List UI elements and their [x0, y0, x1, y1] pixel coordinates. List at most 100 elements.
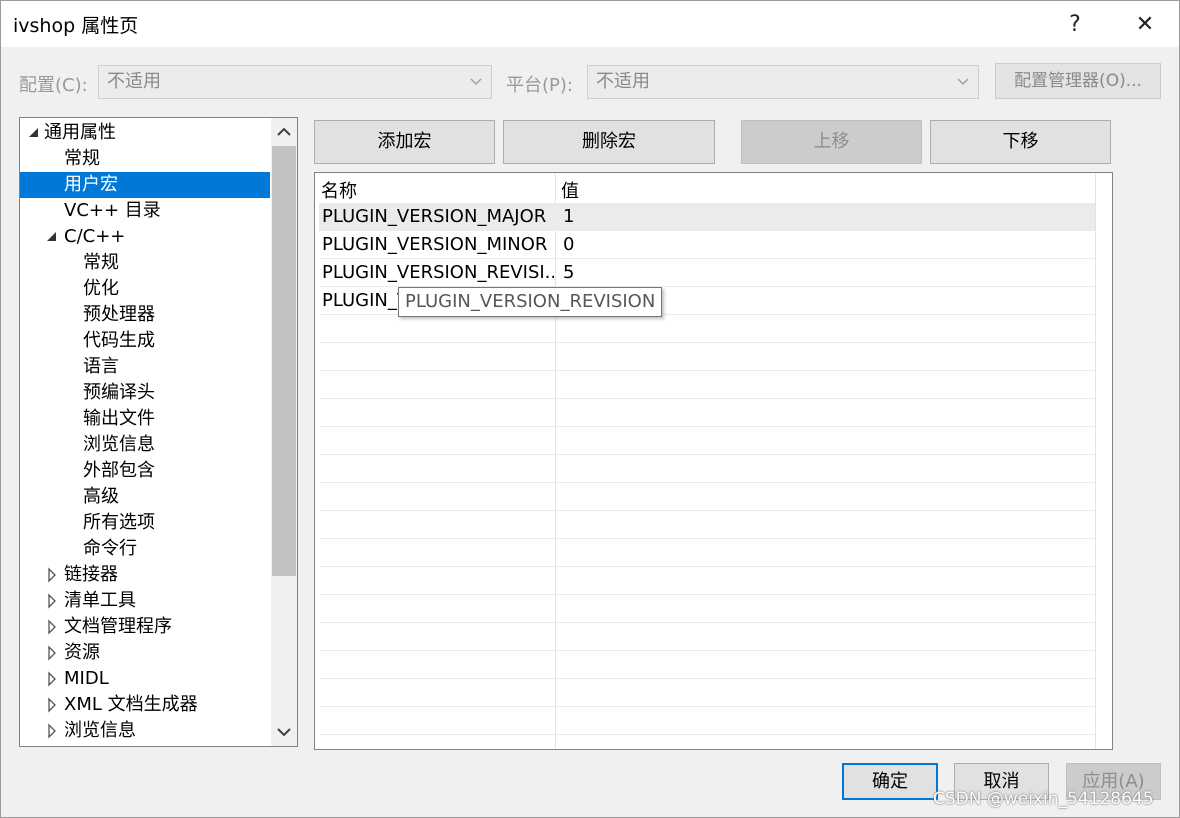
empty-row [319, 651, 1095, 679]
tree-item[interactable]: 命令行 [20, 536, 270, 562]
tree-item-label: 输出文件 [83, 408, 155, 429]
tree-item[interactable]: 优化 [20, 276, 270, 302]
tree-item-label: 通用属性 [44, 122, 116, 143]
empty-row [319, 399, 1095, 427]
title-bar: ivshop 属性页 ? ✕ [1, 1, 1179, 47]
table-row[interactable]: PLUGIN_VERSION_REVISI... 5 [319, 259, 1095, 287]
close-icon: ✕ [1135, 11, 1155, 37]
tree-collapsed-icon[interactable] [45, 640, 59, 666]
tree-item[interactable]: 资源 [20, 640, 270, 666]
tree-item-label: 文档管理程序 [64, 616, 172, 637]
empty-row [319, 623, 1095, 651]
column-header-name[interactable]: 名称 [321, 177, 357, 203]
tree-item[interactable]: 常规 [20, 250, 270, 276]
tree-item-label: 浏览信息 [83, 434, 155, 455]
tree-item[interactable]: 所有选项 [20, 510, 270, 536]
delete-macro-button[interactable]: 删除宏 [503, 120, 715, 164]
tree-item[interactable]: 用户宏 [20, 172, 270, 198]
platform-label: 平台(P): [506, 75, 573, 96]
macro-name-cell[interactable]: PLUGIN_VERSION_MAJOR [322, 203, 554, 231]
tree-expanded-icon[interactable] [27, 120, 41, 146]
tree-collapsed-icon[interactable] [45, 692, 59, 718]
name-tooltip: PLUGIN_VERSION_REVISION [398, 287, 663, 317]
platform-select[interactable]: 不适用 [587, 65, 979, 99]
table-row[interactable]: PLUGIN_VERSION_MAJOR 1 [319, 203, 1095, 231]
empty-row [319, 539, 1095, 567]
macro-name-cell[interactable]: PLUGIN_VERSION_REVISI... [322, 259, 554, 287]
macro-value-cell[interactable]: 1 [563, 203, 574, 231]
tree-item[interactable]: C/C++ [20, 224, 270, 250]
tree-item-label: 外部包含 [83, 460, 155, 481]
tree-collapsed-icon[interactable] [45, 614, 59, 640]
tree-item[interactable]: 预处理器 [20, 302, 270, 328]
config-select[interactable]: 不适用 [98, 65, 492, 99]
tree-collapsed-icon[interactable] [45, 718, 59, 744]
empty-row [319, 455, 1095, 483]
tree-item[interactable]: 文档管理程序 [20, 614, 270, 640]
scrollbar-thumb[interactable] [272, 146, 296, 576]
tree-item[interactable]: MIDL [20, 666, 270, 692]
configuration-manager-button[interactable]: 配置管理器(O)... [995, 63, 1161, 99]
tree-item[interactable]: 浏览信息 [20, 432, 270, 458]
tree-item-label: 常规 [83, 252, 119, 273]
tree-item-label: 清单工具 [64, 590, 136, 611]
help-icon: ? [1069, 11, 1081, 37]
empty-row [319, 735, 1095, 749]
column-header-value[interactable]: 值 [561, 177, 579, 203]
table-row[interactable]: PLUGIN_VERSION_MINOR 0 [319, 231, 1095, 259]
tree-item-label: 高级 [83, 486, 119, 507]
tree-expanded-icon[interactable] [45, 224, 59, 250]
scroll-down-icon[interactable] [271, 718, 297, 746]
scroll-up-icon[interactable] [271, 118, 297, 146]
tree-item-label: VC++ 目录 [64, 200, 161, 221]
tree-item-label: 链接器 [64, 564, 118, 585]
tree-item-label: 预处理器 [83, 304, 155, 325]
tree-item[interactable]: 预编译头 [20, 380, 270, 406]
config-select-value: 不适用 [107, 71, 161, 92]
move-down-button[interactable]: 下移 [930, 120, 1111, 164]
tree-item[interactable]: 代码生成 [20, 328, 270, 354]
tree-item[interactable]: VC++ 目录 [20, 198, 270, 224]
move-up-button[interactable]: 上移 [741, 120, 922, 164]
platform-select-value: 不适用 [596, 71, 650, 92]
add-macro-button[interactable]: 添加宏 [314, 120, 495, 164]
macro-grid: 名称 值 PLUGIN_VERSION_MAJOR 1 PLUGIN_VERSION… [314, 172, 1113, 750]
tree-item-label: XML 文档生成器 [64, 694, 198, 715]
tree-item-label: MIDL [64, 668, 109, 689]
tree-collapsed-icon[interactable] [45, 588, 59, 614]
help-button[interactable]: ? [1046, 1, 1104, 47]
tree-collapsed-icon[interactable] [45, 666, 59, 692]
tree-item-label: 用户宏 [64, 174, 118, 195]
tree-item[interactable]: 通用属性 [20, 120, 270, 146]
empty-row [319, 679, 1095, 707]
tree-item[interactable]: 输出文件 [20, 406, 270, 432]
tree-scrollbar[interactable] [271, 118, 297, 746]
tree-item-label: 代码生成 [83, 330, 155, 351]
tree-item[interactable]: 高级 [20, 484, 270, 510]
empty-row [319, 343, 1095, 371]
watermark: CSDN @weixin_54128645 [933, 789, 1154, 809]
empty-row [319, 595, 1095, 623]
tree-item-label: 所有选项 [83, 512, 155, 533]
tree-item[interactable]: XML 文档生成器 [20, 692, 270, 718]
tree-item[interactable]: 浏览信息 [20, 718, 270, 744]
tree-item[interactable]: 外部包含 [20, 458, 270, 484]
empty-row [319, 315, 1095, 343]
empty-row [319, 567, 1095, 595]
tree-item-label: C/C++ [64, 226, 126, 247]
property-pages-dialog: ivshop 属性页 ? ✕ 配置(C): 不适用 平台(P): 不适用 配置管… [0, 0, 1180, 818]
tree-item[interactable]: 常规 [20, 146, 270, 172]
macro-value-cell[interactable]: 5 [563, 259, 574, 287]
close-button[interactable]: ✕ [1116, 1, 1174, 47]
macro-value-cell[interactable]: 0 [563, 231, 574, 259]
ok-button[interactable]: 确定 [842, 763, 938, 800]
tree-item[interactable]: 链接器 [20, 562, 270, 588]
tree-item[interactable]: 语言 [20, 354, 270, 380]
empty-row [319, 427, 1095, 455]
macro-name-cell[interactable]: PLUGIN_VERSION_MINOR [322, 231, 554, 259]
window-title: ivshop 属性页 [13, 15, 139, 37]
chevron-down-icon [957, 78, 969, 86]
property-tree: 通用属性 常规 用户宏 VC++ 目录 C/C++ 常规 优化 预处理器 代码生成 语言 预编译头输… [19, 117, 298, 747]
tree-collapsed-icon[interactable] [45, 562, 59, 588]
tree-item[interactable]: 清单工具 [20, 588, 270, 614]
